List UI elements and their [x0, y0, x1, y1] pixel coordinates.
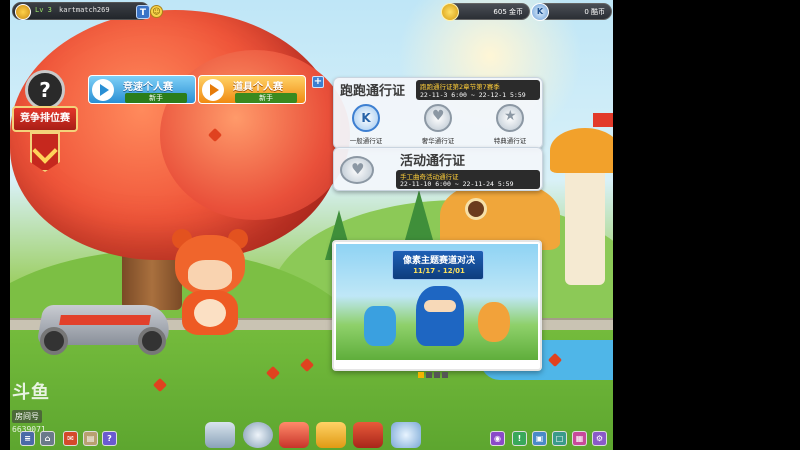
gift-box-icon[interactable]: [353, 422, 383, 448]
player-kart: [30, 285, 180, 360]
mail-icon[interactable]: ✉: [63, 431, 78, 446]
pass-title: 跑跑通行证: [340, 84, 406, 99]
stream-watermark: 斗鱼 房间号 6639071: [12, 378, 62, 438]
coin-balance[interactable]: 605 金币: [441, 3, 530, 21]
season-dates: 22-11-3 6:00 ~ 22-12-1 5:59: [420, 91, 526, 99]
pass-item-label: 特典通行证: [493, 137, 527, 145]
kcoin-balance[interactable]: K 0 酷币: [531, 3, 612, 21]
event-pass-title: 活动通行证: [400, 154, 466, 169]
coin-icon: [441, 3, 459, 21]
speed-solo-button[interactable]: 竞速个人赛 新手: [88, 75, 196, 104]
avatar[interactable]: [15, 4, 31, 20]
settings-face-icon[interactable]: ◉: [490, 431, 505, 446]
pine-tree: [405, 190, 433, 240]
community-icon[interactable]: [391, 422, 421, 448]
flag: [593, 113, 613, 127]
speedometer-icon[interactable]: [243, 422, 273, 448]
ranking-icon[interactable]: ▦: [572, 431, 587, 446]
mushroom-tower: [565, 165, 605, 285]
watermark-logo: 斗鱼: [12, 382, 50, 402]
more-modes-button[interactable]: +: [312, 76, 324, 88]
banner-character: [478, 302, 510, 342]
play-icon: [202, 79, 224, 101]
mode-label: 道具个人赛: [233, 82, 283, 93]
question-icon: ?: [25, 70, 65, 110]
kart-pass-panel[interactable]: 跑跑通行证 跑跑通行证第2章节第7赛季 22-11-3 6:00 ~ 22-12…: [333, 77, 543, 149]
banner-heading: 像素主题赛道对决 11/17 - 12/01: [392, 250, 484, 280]
banner-character: [416, 286, 464, 346]
heart-badge-icon: [340, 156, 374, 184]
monitor-icon[interactable]: ▣: [532, 431, 547, 446]
beginner-tag: 新手: [235, 93, 297, 103]
player-info[interactable]: Lv 3 kartmatch269 T: [12, 2, 150, 20]
normal-pass-button[interactable]: K 一般通行证: [342, 104, 390, 148]
season-info: 跑跑通行证第2章节第7赛季 22-11-3 6:00 ~ 22-12-1 5:5…: [416, 80, 540, 100]
gear-icon[interactable]: ⚙: [592, 431, 607, 446]
player-character: [170, 229, 250, 335]
banner-headline: 像素主题赛道对决: [402, 256, 475, 266]
player-level: Lv 3: [35, 6, 52, 14]
pass-item-label: 奢华通行证: [421, 137, 455, 145]
deluxe-pass-button[interactable]: 奢华通行证: [414, 104, 462, 148]
page-dot[interactable]: [418, 372, 424, 378]
pass-item-label: 一般通行证: [349, 137, 383, 145]
page-dot[interactable]: [442, 372, 448, 378]
game-viewport: [10, 0, 613, 450]
alert-icon[interactable]: !: [512, 431, 527, 446]
notes-icon[interactable]: ▤: [83, 431, 98, 446]
event-banner[interactable]: 像素主题赛道对决 11/17 - 12/01: [332, 240, 542, 378]
watermark-room-label: 房间号: [12, 410, 42, 423]
screen: Lv 3 kartmatch269 T ☺ 605 金币 K 0 酷币 ? 竞争…: [0, 0, 800, 450]
home-icon[interactable]: ⌂: [40, 431, 55, 446]
title-button[interactable]: T: [136, 5, 150, 19]
star-badge-icon: [496, 104, 524, 132]
item-solo-button[interactable]: 道具个人赛 新手: [198, 75, 306, 104]
player-name: kartmatch269: [59, 6, 110, 14]
k-badge-icon: K: [352, 104, 380, 132]
play-icon: [92, 79, 114, 101]
event-season-dates: 22-11-10 6:00 ~ 22-11-24 5:59: [400, 180, 514, 188]
kcoin-value: 0 酷币: [584, 8, 605, 16]
banner-pagination: [418, 363, 450, 378]
page-dot[interactable]: [434, 372, 440, 378]
banner-character: [364, 306, 396, 346]
race-flag-icon[interactable]: [205, 422, 235, 448]
garage-icon[interactable]: [279, 422, 309, 448]
house-window: [465, 198, 487, 220]
mushroom-cap: [550, 128, 613, 173]
window-icon[interactable]: □: [552, 431, 567, 446]
top-bar: Lv 3 kartmatch269 T ☺ 605 金币 K 0 酷币: [10, 2, 613, 22]
ranked-match-label: 竞争排位赛: [12, 106, 78, 132]
emoji-icon[interactable]: ☺: [150, 5, 163, 18]
page-dot[interactable]: [426, 372, 432, 378]
season-title: 跑跑通行证第2章节第7赛季: [420, 83, 500, 91]
banner-date-range: 11/17 - 12/01: [413, 267, 465, 275]
menu-icon[interactable]: ≡: [20, 431, 35, 446]
mode-label: 竞速个人赛: [123, 82, 173, 93]
help-icon[interactable]: ?: [102, 431, 117, 446]
event-info: 手工曲奇活动通行证 22-11-10 6:00 ~ 22-11-24 5:59: [396, 170, 540, 189]
beginner-tag: 新手: [125, 93, 187, 103]
coin-value: 605 金币: [493, 8, 523, 16]
banner-image: 像素主题赛道对决 11/17 - 12/01: [336, 244, 538, 360]
kcoin-icon: K: [531, 3, 549, 21]
heart-badge-icon: [424, 104, 452, 132]
shop-icon[interactable]: [316, 422, 346, 448]
ranked-match-button[interactable]: ? 竞争排位赛: [12, 70, 78, 182]
event-pass-panel[interactable]: 活动通行证 手工曲奇活动通行证 22-11-10 6:00 ~ 22-11-24…: [333, 147, 543, 191]
special-pass-button[interactable]: 特典通行证: [486, 104, 534, 148]
